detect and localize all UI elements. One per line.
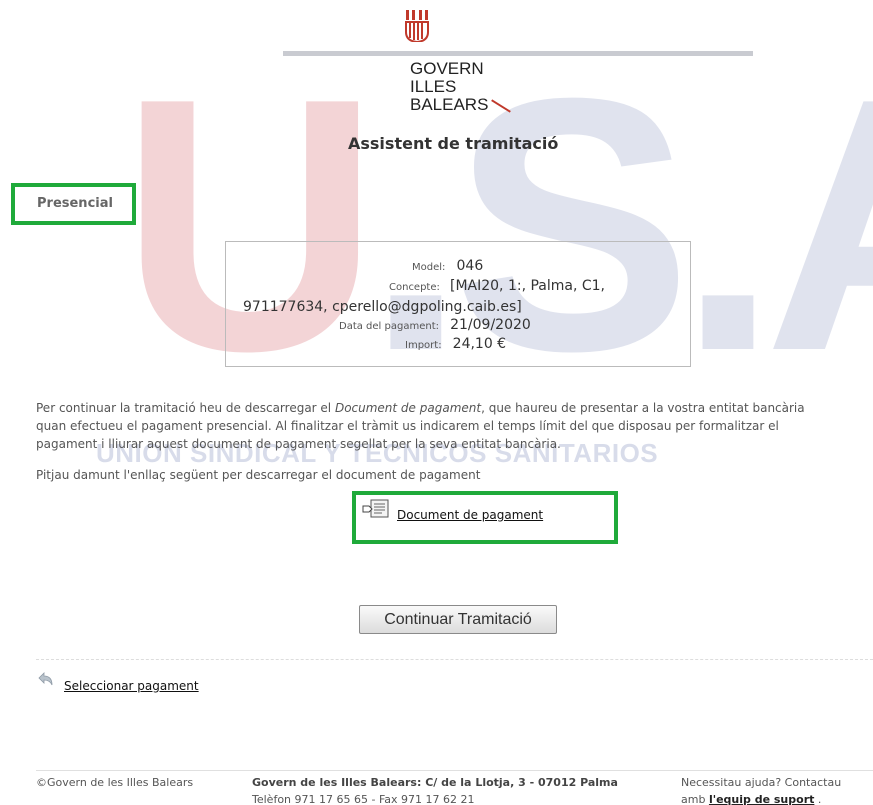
footer-help-suffix: . [814,793,822,805]
org-line-2: ILLES [410,77,457,96]
model-value: 046 [456,258,484,274]
concept-value-line1: [MAI20, 1:, Palma, C1, [449,278,606,294]
download-instructions: Pitjau damunt l'enllaç següent per desca… [36,468,481,482]
continue-button[interactable]: Continuar Tramitació [359,605,557,634]
page-title: Assistent de tramitació [348,134,559,153]
concept-label: Concepte: [389,282,440,293]
amount-label: Import: [405,340,442,351]
document-icon[interactable] [362,499,390,519]
footer-copyright: ©Govern de les Illes Balears [36,776,194,789]
concept-row-2: 971177634, cperello@dgpoling.caib.es] [243,296,522,315]
payment-mode-label: Presencial [37,196,113,211]
footer-phone: Telèfon 971 17 65 65 - Fax 971 17 62 21 [252,793,475,805]
footer-help-prefix: amb [681,793,709,805]
org-line-1: GOVERN [410,59,484,78]
footer-address: Govern de les Illes Balears: C/ de la Ll… [252,776,618,789]
concept-value-line2: 971177634, cperello@dgpoling.caib.es] [243,299,522,315]
footer-divider [36,770,873,771]
support-team-link[interactable]: l'equip de suport [709,793,814,805]
section-divider [36,659,873,660]
org-line-3: BALEARS [410,95,489,114]
date-label: Data del pagament: [339,321,439,332]
instructions-paragraph: Per continuar la tramitació heu de desca… [36,399,836,453]
footer-help-line1: Necessitau ajuda? Contactau [681,776,842,789]
amount-row: Import: 24,10 € [405,333,506,352]
instructions-text-1: Per continuar la tramitació heu de desca… [36,401,335,415]
header-divider [283,51,753,56]
amount-value: 24,10 € [452,336,507,352]
instructions-emphasis: Document de pagament [334,401,482,415]
logo-slash [491,98,512,113]
footer-help-block: Necessitau ajuda? Contactau amb l'equip … [681,774,841,805]
back-arrow-icon[interactable] [38,672,54,686]
select-payment-link[interactable]: Seleccionar pagament [64,679,199,693]
date-value: 21/09/2020 [450,317,531,333]
crest-icon [405,10,429,42]
date-row: Data del pagament: 21/09/2020 [339,314,531,333]
footer-address-block: Govern de les Illes Balears: C/ de la Ll… [252,774,618,805]
concept-row: Concepte: [MAI20, 1:, Palma, C1, [389,275,605,294]
model-row: Model: 046 [412,255,483,274]
download-document-link[interactable]: Document de pagament [397,508,543,522]
org-logo-text: GOVERN ILLES BALEARS [410,60,512,114]
model-label: Model: [412,262,446,273]
